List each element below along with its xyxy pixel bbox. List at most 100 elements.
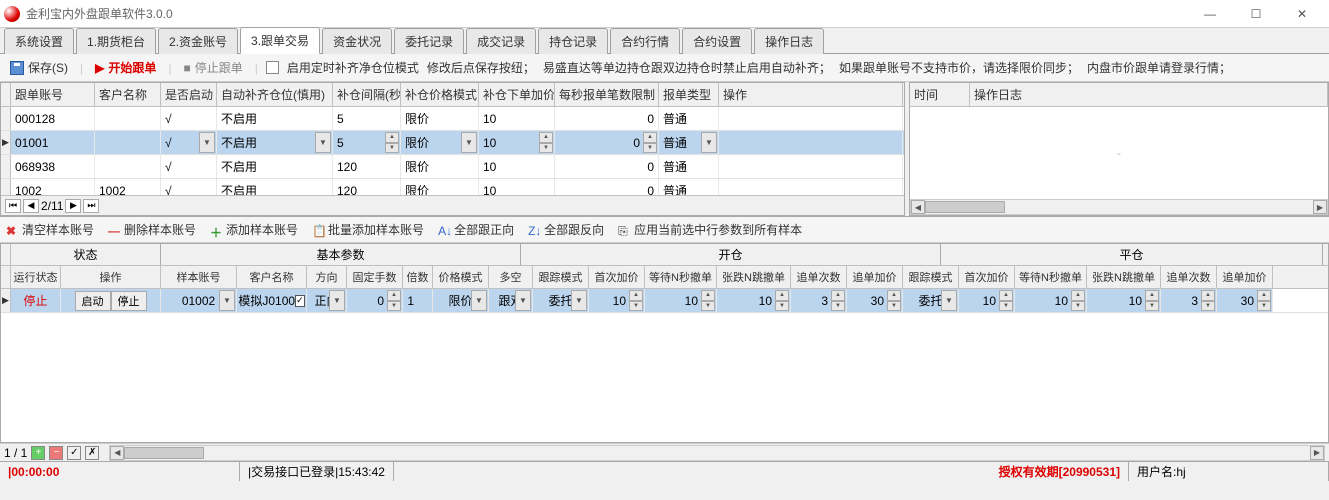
col-header[interactable]: 首次加价: [959, 266, 1015, 288]
col-header[interactable]: 补仓间隔(秒): [333, 83, 401, 106]
col-header[interactable]: 每秒报单笔数限制: [555, 83, 659, 106]
cell[interactable]: 不启用▼: [217, 131, 333, 154]
cell[interactable]: 停止: [11, 289, 61, 312]
col-header[interactable]: 客户名称: [95, 83, 161, 106]
close-button[interactable]: ✕: [1279, 0, 1325, 28]
cust-check[interactable]: ✓: [295, 295, 305, 307]
spinner[interactable]: ▲▼: [701, 290, 715, 311]
maximize-button[interactable]: ☐: [1233, 0, 1279, 28]
scroll-left-icon[interactable]: ◀: [911, 200, 925, 214]
col-header[interactable]: 客户名称: [237, 266, 307, 288]
cell[interactable]: √▼: [161, 131, 217, 154]
col-header[interactable]: 张跌N跳撤单: [717, 266, 791, 288]
scroll-left-icon[interactable]: ◀: [110, 446, 124, 460]
col-header[interactable]: 补仓下单加价: [479, 83, 555, 106]
cell[interactable]: 10▲▼: [589, 289, 645, 312]
cell[interactable]: 10▲▼: [479, 131, 555, 154]
table-row[interactable]: 068938√不启用120限价100普通: [1, 155, 904, 179]
spinner[interactable]: ▲▼: [385, 132, 399, 153]
dropdown-icon[interactable]: ▼: [461, 132, 477, 153]
all-forward-button[interactable]: A↓全部跟正向: [438, 221, 514, 238]
tab-3[interactable]: 3.跟单交易: [240, 27, 320, 54]
col-header[interactable]: 操作: [61, 266, 161, 288]
dropdown-icon[interactable]: ▼: [219, 290, 235, 311]
col-header[interactable]: 追单加价: [847, 266, 903, 288]
dropdown-icon[interactable]: ▼: [315, 132, 331, 153]
minimize-button[interactable]: —: [1187, 0, 1233, 28]
pager-first[interactable]: ⏮: [5, 199, 21, 213]
cell[interactable]: 3▲▼: [1161, 289, 1217, 312]
cell[interactable]: 模拟J0100 ✓: [237, 289, 307, 312]
col-header[interactable]: 追单加价: [1217, 266, 1273, 288]
col-header[interactable]: 等待N秒撤单: [1015, 266, 1087, 288]
spinner[interactable]: ▲▼: [1145, 290, 1159, 311]
dropdown-icon[interactable]: ▼: [199, 132, 215, 153]
tab-2[interactable]: 2.资金账号: [158, 28, 238, 54]
cell[interactable]: 1: [403, 289, 433, 312]
tab-7[interactable]: 持仓记录: [538, 28, 608, 54]
cancel-row-button[interactable]: ✗: [85, 446, 99, 460]
dropdown-icon[interactable]: ▼: [941, 290, 957, 311]
bottom-hscroll[interactable]: ◀▶: [109, 445, 1325, 461]
col-header[interactable]: 追单次数: [1161, 266, 1217, 288]
dropdown-icon[interactable]: ▼: [515, 290, 531, 311]
col-header[interactable]: 补仓价格模式: [401, 83, 479, 106]
scroll-thumb[interactable]: [925, 201, 1005, 213]
col-header[interactable]: 等待N秒撤单: [645, 266, 717, 288]
col-header[interactable]: 跟单账号: [11, 83, 95, 106]
col-header[interactable]: 运行状态: [11, 266, 61, 288]
col-header[interactable]: 追单次数: [791, 266, 847, 288]
cell[interactable]: [95, 131, 161, 154]
col-header[interactable]: 报单类型: [659, 83, 719, 106]
start-btn[interactable]: 启动: [75, 291, 111, 311]
stop-btn[interactable]: 停止: [111, 291, 147, 311]
cell[interactable]: 5▲▼: [333, 131, 401, 154]
del-row-button[interactable]: −: [49, 446, 63, 460]
tab-1[interactable]: 1.期货柜台: [76, 28, 156, 54]
spinner[interactable]: ▲▼: [1257, 290, 1271, 311]
cell[interactable]: 限价▼: [401, 131, 479, 154]
cell[interactable]: 30▲▼: [1217, 289, 1273, 312]
cell[interactable]: 普通▼: [659, 131, 719, 154]
table-row[interactable]: 000128√不启用5限价100普通: [1, 107, 904, 131]
table-row[interactable]: 10021002√不启用120限价100普通: [1, 179, 904, 195]
dropdown-icon[interactable]: ▼: [471, 290, 487, 311]
spinner[interactable]: ▲▼: [1071, 290, 1085, 311]
dropdown-icon[interactable]: ▼: [571, 290, 587, 311]
cell[interactable]: [719, 131, 903, 154]
stop-follow-button[interactable]: ■ 停止跟单: [180, 57, 247, 78]
clear-samples-button[interactable]: ✖清空样本账号: [6, 221, 94, 238]
cell[interactable]: 0▲▼: [347, 289, 403, 312]
tab-9[interactable]: 合约设置: [682, 28, 752, 54]
dropdown-icon[interactable]: ▼: [329, 290, 345, 311]
cell[interactable]: 30▲▼: [847, 289, 903, 312]
cell[interactable]: 跟双▼: [489, 289, 533, 312]
spinner[interactable]: ▲▼: [1201, 290, 1215, 311]
col-header[interactable]: 多空: [489, 266, 533, 288]
delete-sample-button[interactable]: —删除样本账号: [108, 221, 196, 238]
table-row[interactable]: 停止启动 停止01002▼模拟J0100 ✓正向▼0▲▼1限价▼跟双▼委托▼10…: [1, 289, 1328, 313]
apply-params-button[interactable]: ⎘应用当前选中行参数到所有样本: [618, 221, 802, 238]
confirm-row-button[interactable]: ✓: [67, 446, 81, 460]
col-header[interactable]: 方向: [307, 266, 347, 288]
col-header[interactable]: 样本账号: [161, 266, 237, 288]
tab-4[interactable]: 资金状况: [322, 28, 392, 54]
spinner[interactable]: ▲▼: [887, 290, 901, 311]
cell[interactable]: 0▲▼: [555, 131, 659, 154]
pager-last[interactable]: ⏭: [83, 199, 99, 213]
scroll-right-icon[interactable]: ▶: [1310, 446, 1324, 460]
tab-5[interactable]: 委托记录: [394, 28, 464, 54]
tab-10[interactable]: 操作日志: [754, 28, 824, 54]
cell[interactable]: 3▲▼: [791, 289, 847, 312]
col-header[interactable]: 价格模式: [433, 266, 489, 288]
spinner[interactable]: ▲▼: [539, 132, 553, 153]
add-sample-button[interactable]: ＋添加样本账号: [210, 221, 298, 238]
cell[interactable]: 10▲▼: [959, 289, 1015, 312]
col-header[interactable]: 固定手数: [347, 266, 403, 288]
cell[interactable]: 10▲▼: [1087, 289, 1161, 312]
pager-prev[interactable]: ◀: [23, 199, 39, 213]
add-row-button[interactable]: +: [31, 446, 45, 460]
save-button[interactable]: 保存(S): [6, 57, 72, 78]
col-header[interactable]: 是否启动: [161, 83, 217, 106]
cell[interactable]: 启动 停止: [61, 289, 161, 312]
